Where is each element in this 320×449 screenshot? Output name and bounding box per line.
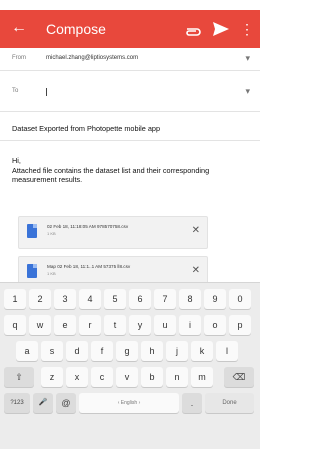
to-row: To ▾ <box>0 71 260 112</box>
key-s[interactable]: s <box>41 341 63 361</box>
key-t[interactable]: t <box>104 315 126 335</box>
key-e[interactable]: e <box>54 315 76 335</box>
close-icon[interactable]: ✕ <box>192 264 200 278</box>
key-period[interactable]: . <box>182 393 202 413</box>
key-x[interactable]: x <box>66 367 88 387</box>
attachment-card[interactable]: 02 Feb 18, 11:18:05 AM 978570758.csv 1 K… <box>18 216 208 249</box>
to-field[interactable] <box>46 88 49 96</box>
key-7[interactable]: 7 <box>154 289 176 309</box>
divider <box>0 140 260 141</box>
app-bar: ← Compose ⋮ <box>0 10 260 48</box>
attachment-name: 02 Feb 18, 11:18:05 AM 978570758.csv <box>47 224 129 229</box>
key-c[interactable]: c <box>91 367 113 387</box>
mode-switch-button[interactable]: ?123 <box>4 393 30 413</box>
key-4[interactable]: 4 <box>79 289 101 309</box>
key-f[interactable]: f <box>91 341 113 361</box>
close-icon[interactable]: ✕ <box>192 224 200 238</box>
chevron-down-icon[interactable]: ▾ <box>245 53 250 64</box>
key-2[interactable]: 2 <box>29 289 51 309</box>
page-title: Compose <box>46 21 106 37</box>
subject-field[interactable]: Dataset Exported from Photopette mobile … <box>12 124 160 133</box>
file-icon <box>27 224 37 238</box>
from-row: From michael.zhang@liptiosystems.com ▾ <box>0 48 260 71</box>
compose-screen: ← Compose ⋮ From michael.zhang@liptiosys… <box>0 0 260 449</box>
chevron-down-icon[interactable]: ▾ <box>245 86 250 97</box>
key-0[interactable]: 0 <box>229 289 251 309</box>
key-y[interactable]: y <box>129 315 151 335</box>
from-field[interactable]: michael.zhang@liptiosystems.com <box>46 55 138 61</box>
key-j[interactable]: j <box>166 341 188 361</box>
attachment-size: 1 KB <box>47 231 56 236</box>
key-i[interactable]: i <box>179 315 201 335</box>
key-k[interactable]: k <box>191 341 213 361</box>
body-greeting: Hi, <box>12 156 21 165</box>
from-label: From <box>12 55 26 61</box>
key-v[interactable]: v <box>116 367 138 387</box>
key-9[interactable]: 9 <box>204 289 226 309</box>
key-8[interactable]: 8 <box>179 289 201 309</box>
key-w[interactable]: w <box>29 315 51 335</box>
key-u[interactable]: u <box>154 315 176 335</box>
microphone-icon[interactable]: 🎤 <box>33 393 53 413</box>
key-g[interactable]: g <box>116 341 138 361</box>
paperclip-icon[interactable] <box>183 20 203 38</box>
to-label: To <box>12 88 19 94</box>
message-body[interactable]: Hi, Attached file contains the dataset l… <box>12 156 247 185</box>
key-p[interactable]: p <box>229 315 251 335</box>
arrow-back-icon[interactable]: ← <box>9 18 29 38</box>
key-h[interactable]: h <box>141 341 163 361</box>
key-at[interactable]: @ <box>56 393 76 413</box>
key-l[interactable]: l <box>216 341 238 361</box>
key-3[interactable]: 3 <box>54 289 76 309</box>
file-icon <box>27 264 37 278</box>
key-1[interactable]: 1 <box>4 289 26 309</box>
key-d[interactable]: d <box>66 341 88 361</box>
send-icon[interactable] <box>211 19 231 39</box>
key-r[interactable]: r <box>79 315 101 335</box>
body-line: Attached file contains the dataset list … <box>12 165 210 185</box>
key-o[interactable]: o <box>204 315 226 335</box>
space-bar[interactable]: ‹ English › <box>79 393 179 413</box>
attachment-name: Map 02 Feb 18, 11:1..1 AM 57375 ll8.csv <box>47 264 131 269</box>
shift-icon[interactable]: ⇧ <box>4 367 34 387</box>
key-a[interactable]: a <box>16 341 38 361</box>
key-z[interactable]: z <box>41 367 63 387</box>
attachment-size: 1 KB <box>47 271 56 276</box>
key-5[interactable]: 5 <box>104 289 126 309</box>
key-b[interactable]: b <box>141 367 163 387</box>
done-button[interactable]: Done <box>205 393 254 413</box>
key-q[interactable]: q <box>4 315 26 335</box>
key-m[interactable]: m <box>191 367 213 387</box>
more-vertical-icon[interactable]: ⋮ <box>240 20 254 38</box>
key-n[interactable]: n <box>166 367 188 387</box>
soft-keyboard: 1 2 3 4 5 6 7 8 9 0 q w e r t y u i o p … <box>0 282 260 449</box>
key-6[interactable]: 6 <box>129 289 151 309</box>
backspace-icon[interactable]: ⌫ <box>224 367 254 387</box>
